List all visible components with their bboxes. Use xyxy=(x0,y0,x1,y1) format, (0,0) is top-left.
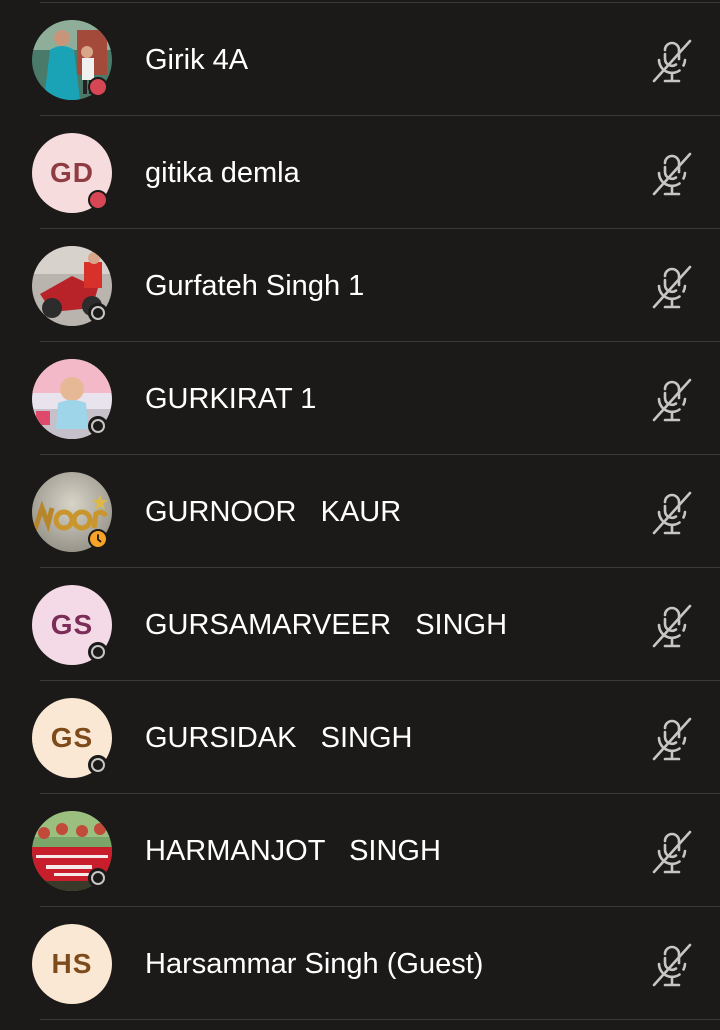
divider xyxy=(40,2,720,3)
offline-status-icon xyxy=(88,642,108,662)
participant-name: gitika demla xyxy=(145,157,300,189)
participant-name: GURKIRAT 1 xyxy=(145,383,317,415)
participant-name: Girik 4A xyxy=(145,44,249,76)
participant-row[interactable]: GS GURSIDAK SINGH xyxy=(0,680,720,793)
participant-row[interactable]: Gurfateh Singh 1 xyxy=(0,228,720,341)
divider xyxy=(40,454,720,455)
participant-name: GURNOOR KAUR xyxy=(145,496,402,528)
microphone-off-icon[interactable] xyxy=(648,263,696,311)
participant-name: GURSAMARVEER SINGH xyxy=(145,609,508,641)
microphone-off-icon[interactable] xyxy=(648,602,696,650)
participant-name: HARMANJOT SINGH xyxy=(145,835,441,867)
busy-status-icon xyxy=(88,77,108,97)
divider xyxy=(40,906,720,907)
participant-row[interactable]: HARMANJOT SINGH xyxy=(0,793,720,906)
participant-row[interactable]: GD gitika demla xyxy=(0,115,720,228)
divider xyxy=(40,115,720,116)
divider xyxy=(40,1019,720,1020)
participant-name: Harsammar Singh (Guest) xyxy=(145,948,484,980)
participant-name: Gurfateh Singh 1 xyxy=(145,270,365,302)
offline-status-icon xyxy=(88,755,108,775)
divider xyxy=(40,793,720,794)
offline-status-icon xyxy=(88,868,108,888)
divider xyxy=(40,341,720,342)
microphone-off-icon[interactable] xyxy=(648,150,696,198)
microphone-off-icon[interactable] xyxy=(648,37,696,85)
participant-row[interactable]: HS Harsammar Singh (Guest) xyxy=(0,906,720,1019)
offline-status-icon xyxy=(88,303,108,323)
microphone-off-icon[interactable] xyxy=(648,941,696,989)
away-clock-status-icon xyxy=(88,529,108,549)
divider xyxy=(40,567,720,568)
avatar: HS xyxy=(32,924,112,1004)
participant-name: GURSIDAK SINGH xyxy=(145,722,413,754)
microphone-off-icon[interactable] xyxy=(648,376,696,424)
busy-status-icon xyxy=(88,190,108,210)
participant-row[interactable]: GS GURSAMARVEER SINGH xyxy=(0,567,720,680)
offline-status-icon xyxy=(88,416,108,436)
participant-row[interactable]: GURNOOR KAUR xyxy=(0,454,720,567)
microphone-off-icon[interactable] xyxy=(648,489,696,537)
divider xyxy=(40,228,720,229)
microphone-off-icon[interactable] xyxy=(648,715,696,763)
participant-row[interactable]: Girik 4A xyxy=(0,2,720,115)
divider xyxy=(40,680,720,681)
microphone-off-icon[interactable] xyxy=(648,828,696,876)
participant-row[interactable]: GURKIRAT 1 xyxy=(0,341,720,454)
